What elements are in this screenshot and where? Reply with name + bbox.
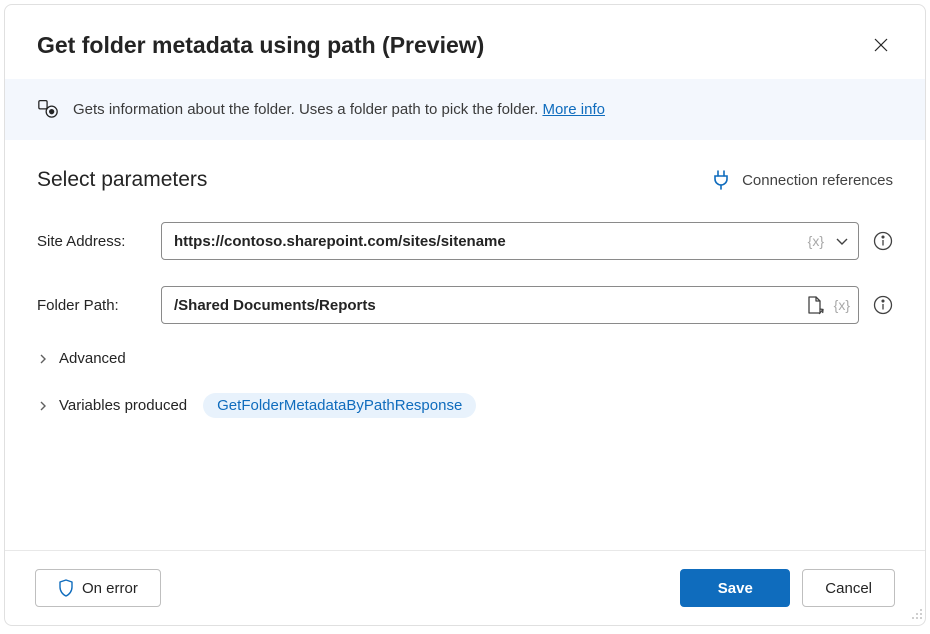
save-button[interactable]: Save (680, 569, 790, 607)
folder-path-input[interactable] (174, 297, 806, 314)
param-row-folder-path: Folder Path: {x} (37, 286, 893, 324)
dialog-footer: On error Save Cancel (5, 550, 925, 625)
variable-chip[interactable]: GetFolderMetadataByPathResponse (203, 393, 476, 418)
section-header-row: Select parameters Connection references (37, 168, 893, 192)
dialog-title: Get folder metadata using path (Preview) (37, 32, 484, 59)
advanced-toggle[interactable]: Advanced (37, 350, 893, 367)
connection-references-button[interactable]: Connection references (712, 170, 893, 190)
folder-path-label: Folder Path: (37, 297, 147, 314)
chevron-right-icon (37, 353, 49, 365)
info-banner: Gets information about the folder. Uses … (5, 79, 925, 140)
connector-icon (37, 97, 59, 122)
fx-token-icon[interactable]: {x} (808, 233, 824, 249)
file-picker-icon[interactable] (806, 295, 824, 315)
plug-icon (712, 170, 730, 190)
site-address-input-wrap[interactable]: {x} (161, 222, 859, 260)
banner-text: Gets information about the folder. Uses … (73, 101, 605, 118)
banner-description: Gets information about the folder. Uses … (73, 101, 542, 118)
on-error-label: On error (82, 580, 138, 597)
chevron-right-icon (37, 400, 49, 412)
site-address-input[interactable] (174, 233, 808, 250)
section-title: Select parameters (37, 168, 207, 192)
info-icon[interactable] (873, 295, 893, 315)
dialog-body: Select parameters Connection references … (5, 140, 925, 550)
site-address-label: Site Address: (37, 233, 147, 250)
variables-produced-label: Variables produced (59, 397, 187, 414)
fx-token-icon[interactable]: {x} (834, 297, 850, 313)
shield-icon (58, 579, 74, 597)
dialog: Get folder metadata using path (Preview)… (4, 4, 926, 626)
chevron-down-icon[interactable] (834, 233, 850, 249)
close-icon (873, 37, 889, 53)
save-label: Save (718, 580, 753, 597)
more-info-link[interactable]: More info (542, 101, 605, 118)
info-icon[interactable] (873, 231, 893, 251)
dialog-header: Get folder metadata using path (Preview) (5, 5, 925, 79)
resize-grip-icon[interactable] (909, 606, 923, 623)
folder-path-input-wrap[interactable]: {x} (161, 286, 859, 324)
cancel-label: Cancel (825, 580, 872, 597)
site-address-input-icons: {x} (808, 233, 850, 249)
param-row-site-address: Site Address: {x} (37, 222, 893, 260)
on-error-button[interactable]: On error (35, 569, 161, 607)
folder-path-input-icons: {x} (806, 295, 850, 315)
variables-produced-toggle[interactable]: Variables produced GetFolderMetadataByPa… (37, 393, 893, 418)
connection-references-label: Connection references (742, 172, 893, 189)
close-button[interactable] (867, 31, 895, 59)
advanced-label: Advanced (59, 350, 126, 367)
footer-right: Save Cancel (680, 569, 895, 607)
cancel-button[interactable]: Cancel (802, 569, 895, 607)
